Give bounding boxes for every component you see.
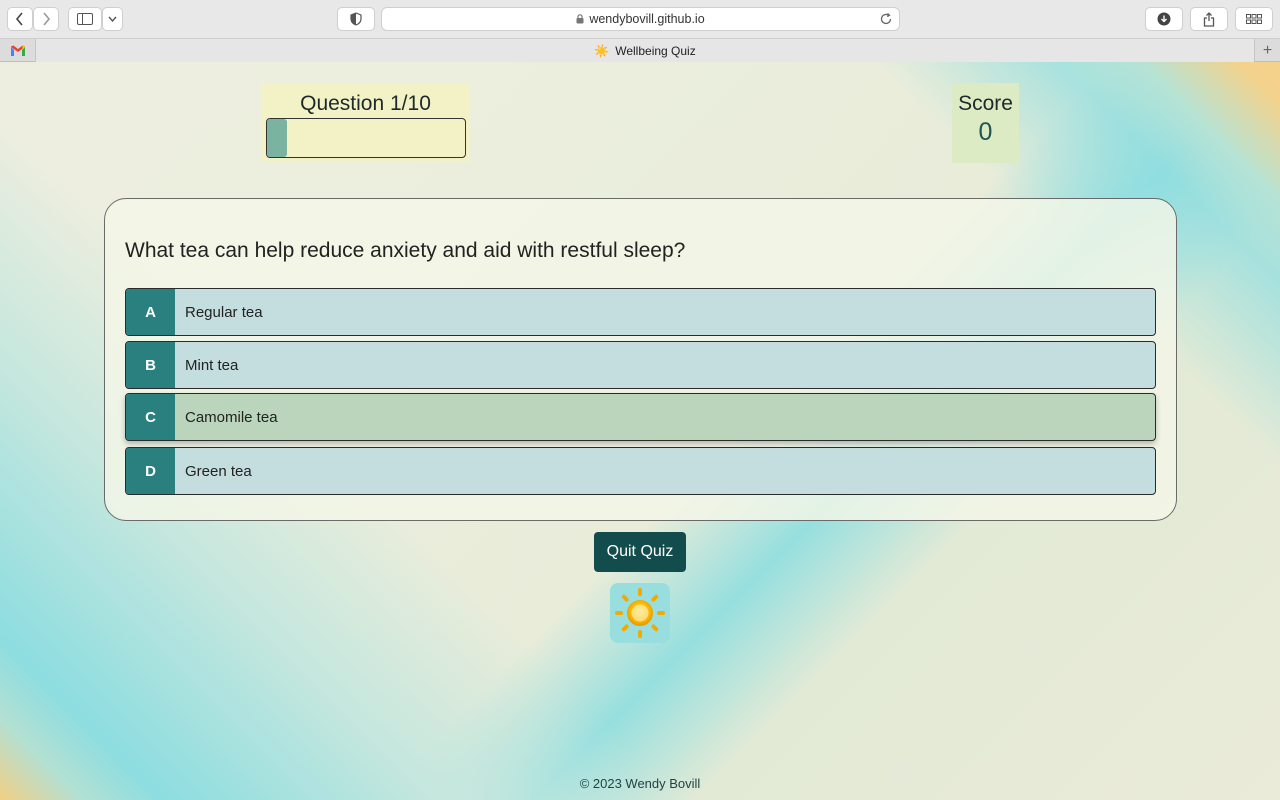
choice-text: Camomile tea xyxy=(185,408,278,426)
tab-group-dropdown-button[interactable] xyxy=(102,7,123,31)
choice-prefix: B xyxy=(126,342,175,388)
question-counter-box: Question 1/10 xyxy=(261,83,470,161)
share-icon xyxy=(1203,11,1215,27)
score-value: 0 xyxy=(978,118,993,146)
progress-bar xyxy=(266,118,466,158)
new-tab-button[interactable]: + xyxy=(1254,39,1280,62)
browser-toolbar: wendybovill.github.io xyxy=(0,0,1280,38)
gmail-icon xyxy=(10,45,25,56)
question-text: What tea can help reduce anxiety and aid… xyxy=(125,239,686,262)
reload-icon[interactable] xyxy=(879,12,893,29)
choice-prefix: A xyxy=(126,289,175,335)
choice-c[interactable]: C Camomile tea xyxy=(125,393,1156,441)
question-card: What tea can help reduce anxiety and aid… xyxy=(104,198,1177,521)
sidebar-toggle-button[interactable] xyxy=(68,7,102,31)
downloads-button[interactable] xyxy=(1145,7,1183,31)
share-button[interactable] xyxy=(1190,7,1228,31)
choice-b[interactable]: B Mint tea xyxy=(125,341,1156,389)
sidebar-icon xyxy=(77,13,93,25)
tab-title: Wellbeing Quiz xyxy=(615,43,696,58)
back-button[interactable] xyxy=(7,7,33,31)
privacy-report-button[interactable] xyxy=(337,7,375,31)
pinned-tab-gmail[interactable] xyxy=(0,39,36,62)
chevron-right-icon xyxy=(43,12,51,26)
sun-favicon-icon: ☀️ xyxy=(594,43,610,58)
choice-prefix: C xyxy=(126,394,175,440)
progress-bar-fill xyxy=(267,119,287,157)
sun-logo[interactable] xyxy=(610,583,670,643)
forward-button[interactable] xyxy=(33,7,59,31)
active-tab[interactable]: ☀️ Wellbeing Quiz xyxy=(36,39,1254,62)
quit-quiz-button[interactable]: Quit Quiz xyxy=(594,532,686,572)
plus-icon: + xyxy=(1262,41,1273,59)
choice-text: Mint tea xyxy=(185,356,239,374)
score-box: Score 0 xyxy=(952,83,1019,163)
tab-bar: ☀️ Wellbeing Quiz + xyxy=(0,38,1280,62)
chevron-down-icon xyxy=(108,16,117,22)
sun-icon xyxy=(615,588,665,638)
lock-icon xyxy=(576,14,584,24)
question-counter: Question 1/10 xyxy=(300,92,431,115)
choice-d[interactable]: D Green tea xyxy=(125,447,1156,495)
choice-text: Green tea xyxy=(185,462,252,480)
choice-prefix: D xyxy=(126,448,175,494)
quiz-page: Question 1/10 Score 0 What tea can help … xyxy=(0,62,1280,800)
chevron-left-icon xyxy=(15,12,23,26)
footer-copyright: © 2023 Wendy Bovill xyxy=(579,776,701,791)
choice-a[interactable]: A Regular tea xyxy=(125,288,1156,336)
download-icon xyxy=(1157,12,1171,26)
address-bar[interactable]: wendybovill.github.io xyxy=(381,7,900,31)
score-label: Score xyxy=(958,92,1013,115)
shield-icon xyxy=(350,12,362,26)
grid-icon xyxy=(1246,14,1262,24)
choice-text: Regular tea xyxy=(185,303,263,321)
address-bar-url: wendybovill.github.io xyxy=(589,12,705,26)
tab-overview-button[interactable] xyxy=(1235,7,1273,31)
